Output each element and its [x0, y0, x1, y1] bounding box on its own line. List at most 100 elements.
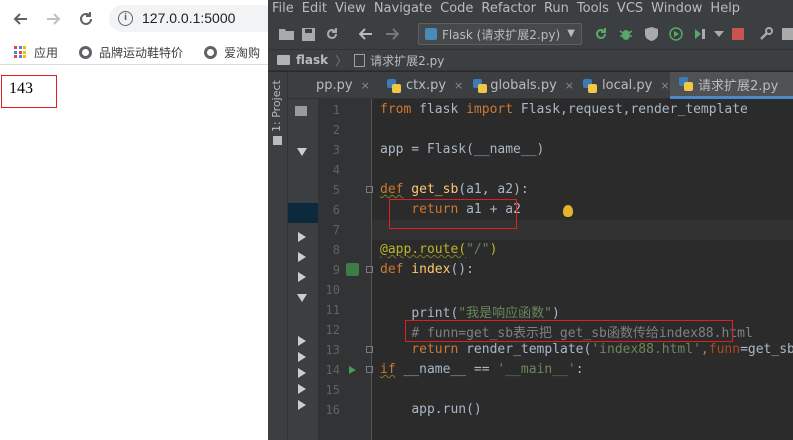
tree-expand-icon[interactable]: [297, 148, 307, 156]
close-icon[interactable]: ×: [454, 79, 463, 92]
debug-button[interactable]: [618, 26, 634, 42]
tree-collapse-icon[interactable]: [298, 336, 306, 346]
tree-collapse-icon[interactable]: [298, 384, 306, 394]
arrow-right-icon: [47, 13, 61, 25]
menu-run[interactable]: Run: [540, 0, 573, 19]
reload-button[interactable]: [76, 9, 96, 29]
code-line-5[interactable]: def get_sb(a1, a2):: [380, 182, 529, 197]
profile-button[interactable]: [668, 26, 684, 42]
run-configuration-select[interactable]: Flask (请求扩展2.py) ▼: [418, 23, 582, 45]
rerun-icon: [596, 28, 606, 39]
tree-collapse-icon[interactable]: [298, 368, 306, 378]
tree-collapse-icon[interactable]: [298, 272, 306, 282]
navigate-back-button[interactable]: [358, 26, 374, 42]
menu-tools[interactable]: Tools: [573, 0, 613, 19]
tree-collapse-icon[interactable]: [298, 232, 306, 242]
forward-button[interactable]: [43, 9, 63, 29]
close-icon[interactable]: ×: [565, 79, 574, 92]
fold-marker-icon[interactable]: [366, 366, 373, 373]
menu-bar: File Edit View Navigate Code Refactor Ru…: [268, 0, 793, 19]
save-all-button[interactable]: [300, 26, 316, 42]
code-line-16[interactable]: app.run(): [380, 402, 481, 417]
breadcrumb-file[interactable]: 请求扩展2.py: [370, 52, 444, 69]
tab-ctx-py[interactable]: ctx.py ×: [378, 72, 464, 99]
sync-button[interactable]: [324, 26, 340, 42]
menu-refactor[interactable]: Refactor: [477, 0, 540, 19]
project-structure-button[interactable]: [780, 26, 793, 42]
menu-vcs[interactable]: VCS: [613, 0, 647, 19]
line-number: 16: [325, 403, 340, 417]
rerun-button[interactable]: [593, 26, 609, 42]
fold-marker-icon[interactable]: [366, 266, 373, 273]
save-icon: [301, 27, 315, 41]
menu-view[interactable]: View: [331, 0, 370, 19]
code-line-9[interactable]: def index():: [380, 262, 474, 277]
bookmark-label: 品牌运动鞋特价: [99, 45, 184, 60]
info-icon[interactable]: i: [118, 11, 133, 26]
line-number: 6: [332, 203, 340, 217]
arrow-left-icon: [359, 28, 372, 40]
bookmark-label: 应用: [34, 45, 59, 60]
code-line-8[interactable]: @app.route("/"): [380, 242, 497, 257]
run-gutter-icon[interactable]: [349, 366, 356, 374]
code-line-1[interactable]: from flask import Flask,request,render_t…: [380, 102, 748, 117]
code-line-3[interactable]: app = Flask(__name__): [380, 142, 544, 157]
line-number: 1: [332, 103, 340, 117]
browser-toolbar: i 127.0.0.1:5000: [0, 0, 279, 38]
globe-icon: [204, 45, 217, 59]
stop-button[interactable]: [730, 26, 746, 42]
flask-config-icon: [425, 28, 437, 40]
code-line-14[interactable]: if __name__ == '__main__':: [380, 362, 584, 377]
tab-label: ctx.py: [406, 78, 447, 93]
navigate-forward-button[interactable]: [384, 26, 400, 42]
menu-window[interactable]: Window: [647, 0, 706, 19]
tab-local-py[interactable]: local.py ×: [574, 72, 670, 99]
python-file-icon: [387, 78, 401, 93]
arrow-left-icon: [13, 13, 27, 25]
tree-expand-icon[interactable]: [297, 294, 307, 302]
settings-button[interactable]: [758, 26, 774, 42]
address-bar[interactable]: i 127.0.0.1:5000: [109, 5, 279, 32]
open-folder-button[interactable]: [278, 26, 294, 42]
fold-marker-icon[interactable]: [366, 346, 373, 353]
editor-tabs: pp.py × ctx.py × globals.py × local.py ×…: [288, 72, 793, 99]
close-icon[interactable]: ×: [660, 79, 669, 92]
lightbulb-icon[interactable]: [563, 205, 573, 217]
tab-request-ext2-py[interactable]: 请求扩展2.py: [670, 72, 793, 99]
code-line-13[interactable]: return render_template('index88.html',fu…: [380, 342, 793, 357]
code-line-11[interactable]: print("我是响应函数"): [380, 302, 559, 321]
line-number: 11: [325, 303, 340, 317]
close-icon[interactable]: ×: [361, 79, 370, 92]
menu-code[interactable]: Code: [436, 0, 477, 19]
route-endpoint-icon[interactable]: [346, 263, 359, 276]
tree-collapse-icon[interactable]: [298, 400, 306, 410]
line-number: 12: [325, 323, 340, 337]
tree-collapse-icon[interactable]: [298, 352, 306, 362]
tab-globals-py[interactable]: globals.py ×: [464, 72, 574, 99]
back-button[interactable]: [11, 9, 31, 29]
menu-file[interactable]: File: [268, 0, 298, 19]
python-file-icon: [583, 78, 597, 93]
highlight-box-return: [389, 199, 517, 229]
more-run-options[interactable]: [711, 26, 727, 42]
bookmark-aitaogou[interactable]: 爱淘购: [204, 43, 260, 61]
breadcrumb-project[interactable]: flask: [296, 53, 328, 67]
tab-pp-py[interactable]: pp.py ×: [288, 72, 378, 99]
folder-icon: [277, 55, 290, 65]
reload-icon: [80, 12, 92, 25]
concurrency-button[interactable]: [692, 26, 708, 42]
menu-navigate[interactable]: Navigate: [370, 0, 436, 19]
line-number: 15: [325, 383, 340, 397]
bug-icon: [619, 30, 633, 40]
highlight-box-comment: [405, 320, 733, 342]
browser-window: i 127.0.0.1:5000 应用 品牌运动鞋特价 爱淘购 143: [0, 0, 279, 440]
menu-help[interactable]: Help: [706, 0, 744, 19]
bookmark-apps[interactable]: 应用: [14, 43, 58, 61]
shield-icon: [644, 27, 658, 41]
fold-marker-icon[interactable]: [366, 186, 373, 193]
menu-edit[interactable]: Edit: [298, 0, 331, 19]
bookmark-shoes[interactable]: 品牌运动鞋特价: [79, 43, 183, 61]
coverage-button[interactable]: [643, 26, 659, 42]
line-number: 13: [325, 343, 340, 357]
tree-collapse-icon[interactable]: [298, 252, 306, 262]
